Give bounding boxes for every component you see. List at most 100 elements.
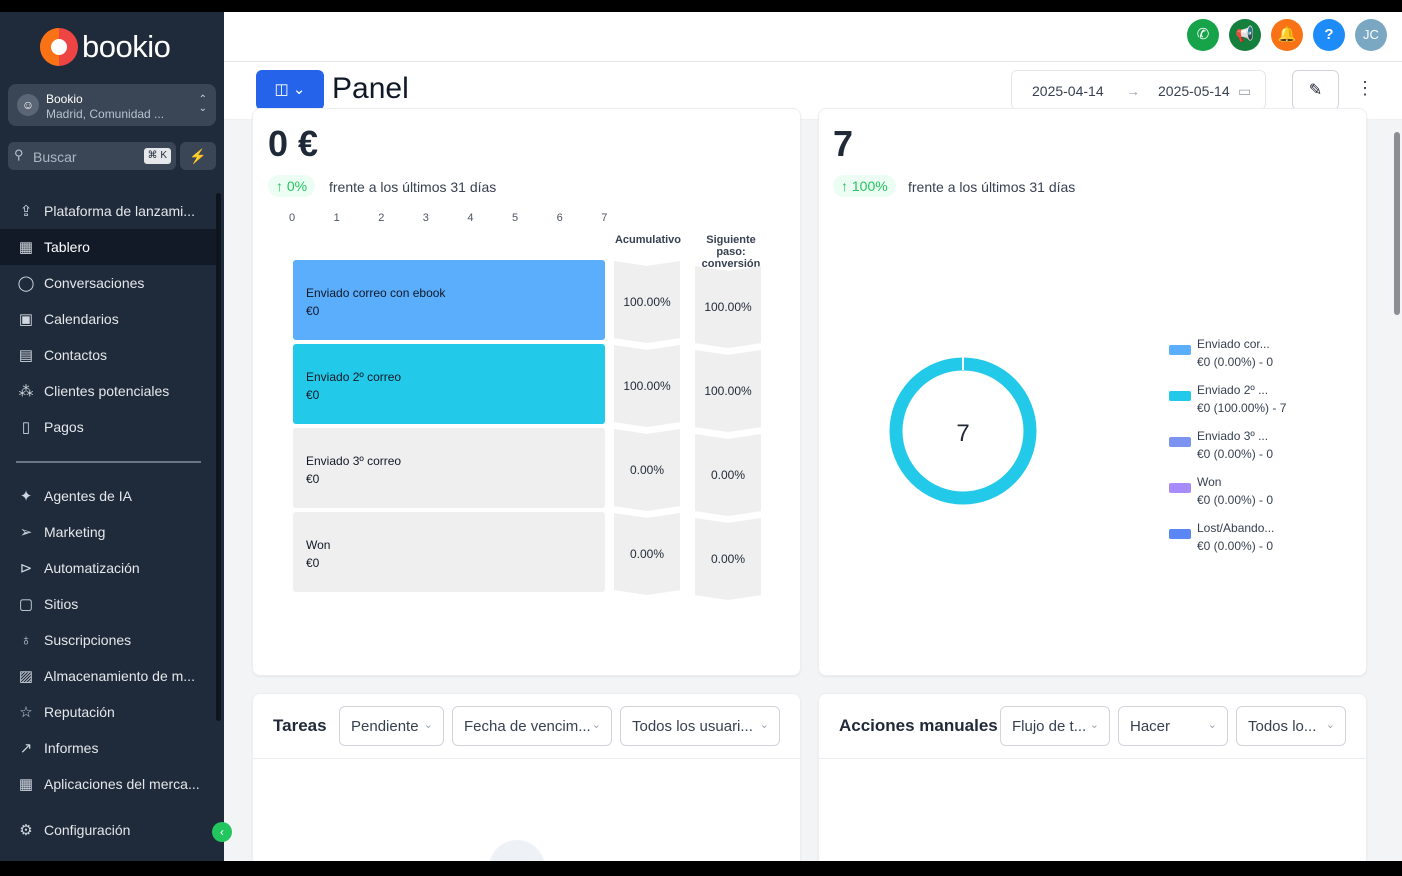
sidebar-item-sitios[interactable]: ▢ Sitios xyxy=(0,586,216,622)
sidebar-item-label: Contactos xyxy=(44,347,108,363)
cumulative-cell: 100.00% xyxy=(614,345,680,427)
bell-icon: 🔔 xyxy=(1277,26,1297,43)
sidebar-item-marketing[interactable]: ➢ Marketing xyxy=(0,514,216,550)
sidebar-item-label: Marketing xyxy=(44,524,106,540)
legend-item[interactable]: Enviado 3º ... €0 (0.00%) - 0 xyxy=(1169,427,1273,463)
more-options-icon[interactable]: ⋮ xyxy=(1356,78,1374,99)
axis-tick-label: 3 xyxy=(422,212,429,224)
sidebar-item-almacenamiento-de-m[interactable]: ▨ Almacenamiento de m... xyxy=(0,658,216,694)
help-icon: ? xyxy=(1324,26,1334,43)
edit-dashboard-button[interactable]: ✎ xyxy=(1292,70,1339,110)
calendar-icon: ▣ xyxy=(18,311,34,328)
manual-actions-filter-3[interactable]: Todos lo... ⌄ xyxy=(1236,706,1346,746)
sidebar-item-pagos[interactable]: ▯ Pagos xyxy=(0,409,216,445)
brand-logo[interactable]: bookio xyxy=(40,28,171,66)
legend-name: Enviado cor... xyxy=(1197,337,1270,351)
sidebar-item-label: Conversaciones xyxy=(44,275,145,291)
manual-actions-filter-1[interactable]: Flujo de t... ⌄ xyxy=(1000,706,1110,746)
cumulative-cell: 0.00% xyxy=(614,513,680,595)
sidebar-item-automatización[interactable]: ⊳ Automatización xyxy=(0,550,216,586)
legend-detail: €0 (0.00%) - 0 xyxy=(1197,493,1274,507)
funnel-stage-bar[interactable]: Enviado 3º correo €0 xyxy=(293,428,605,508)
tasks-title: Tareas xyxy=(273,716,327,735)
sidebar-item-agentes-de-ia[interactable]: ✦ Agentes de IA xyxy=(0,478,216,514)
sidebar-item-label: Calendarios xyxy=(44,311,119,327)
funnel-stage-bar[interactable]: Enviado 2º correo €0 xyxy=(293,344,605,424)
legend-item[interactable]: Lost/Abando... €0 (0.00%) - 0 xyxy=(1169,519,1275,555)
funnel-stage-name: Enviado 3º correo xyxy=(306,454,402,468)
sidebar-item-configuración[interactable]: ⚙ Configuración xyxy=(0,812,216,848)
sidebar-item-reputación[interactable]: ☆ Reputación xyxy=(0,694,216,730)
announcements-button[interactable]: 📢 xyxy=(1229,19,1261,51)
date-end: 2025-05-14 xyxy=(1158,83,1230,99)
chevron-left-icon: ‹ xyxy=(220,825,224,839)
filter-value: Fecha de vencim... xyxy=(464,718,591,735)
sidebar-item-label: Almacenamiento de m... xyxy=(44,668,195,684)
sidebar-item-informes[interactable]: ↗ Informes xyxy=(0,730,216,766)
notifications-button[interactable]: 🔔 xyxy=(1271,19,1303,51)
main-scrollbar[interactable] xyxy=(1394,132,1400,315)
legend-name: Lost/Abando... xyxy=(1197,521,1275,535)
help-button[interactable]: ? xyxy=(1313,19,1345,51)
search-box[interactable]: ⚲ Buscar ⌘ K xyxy=(8,142,176,170)
user-avatar[interactable]: JC xyxy=(1355,19,1387,51)
next-step-cell: 0.00% xyxy=(695,518,761,600)
axis-tick-label: 1 xyxy=(333,212,340,224)
next-step-value: 0.00% xyxy=(710,552,746,566)
account-location: Madrid, Comunidad ... xyxy=(46,107,165,121)
automation-icon: ⊳ xyxy=(19,560,33,577)
legend-detail: €0 (100.00%) - 7 xyxy=(1197,401,1287,415)
axis-tick-label: 5 xyxy=(512,212,519,224)
search-icon: ⚲ xyxy=(14,147,24,162)
legend-name: Enviado 2º ... xyxy=(1197,383,1269,397)
logo-mark-icon xyxy=(40,28,78,66)
manual-actions-filter-2[interactable]: Hacer ⌄ xyxy=(1118,706,1228,746)
chevron-down-icon: ⌄ xyxy=(1325,719,1335,731)
network-icon: ⁂ xyxy=(18,383,34,400)
axis-tick-label: 0 xyxy=(289,212,296,224)
sidebar-item-calendarios[interactable]: ▣ Calendarios xyxy=(0,301,216,337)
badge-icon: ♁ xyxy=(20,631,32,649)
filter-value: Flujo de t... xyxy=(1012,718,1087,735)
search-shortcut: ⌘ K xyxy=(143,148,171,164)
page-title: Panel xyxy=(332,72,409,105)
top-bar: ✆ 📢 🔔 ? JC xyxy=(224,12,1402,62)
quick-action-button[interactable]: ⚡ xyxy=(180,142,216,170)
account-switcher[interactable]: ☺ Bookio Madrid, Comunidad ... ⌃ ⌄ xyxy=(8,84,216,126)
sidebar-item-label: Suscripciones xyxy=(44,632,132,648)
apps-icon: ▦ xyxy=(18,776,34,793)
sidebar-item-suscripciones[interactable]: ♁ Suscripciones xyxy=(0,622,216,658)
sidebar-item-tablero[interactable]: ▦ Tablero xyxy=(0,229,216,265)
funnel-stage-bar[interactable]: Enviado correo con ebook €0 xyxy=(293,260,605,340)
tasks-filter-1[interactable]: Pendiente ⌄ xyxy=(339,706,444,746)
filter-value: Todos lo... xyxy=(1248,718,1317,735)
sidebar-item-label: Aplicaciones del merca... xyxy=(44,776,200,792)
phone-button[interactable]: ✆ xyxy=(1187,19,1219,51)
sidebar-item-clientes-potenciales[interactable]: ⁂ Clientes potenciales xyxy=(0,373,216,409)
legend-item[interactable]: Enviado cor... €0 (0.00%) - 0 xyxy=(1169,335,1273,371)
date-range-picker[interactable]: 2025-04-14 → 2025-05-14 ▭ xyxy=(1011,70,1266,110)
sidebar-item-contactos[interactable]: ▤ Contactos xyxy=(0,337,216,373)
collapse-sidebar-button[interactable]: ‹ xyxy=(212,822,232,842)
funnel-stage-bar[interactable]: Won €0 xyxy=(293,512,605,592)
dashboard-switcher-button[interactable]: ◫ ⌄ xyxy=(256,70,324,110)
sidebar-item-conversaciones[interactable]: ◯ Conversaciones xyxy=(0,265,216,301)
tasks-filter-2[interactable]: Fecha de vencim... ⌄ xyxy=(452,706,612,746)
manual-actions-title: Acciones manuales xyxy=(839,716,998,735)
sidebar-scrollbar[interactable] xyxy=(216,193,221,721)
legend-item[interactable]: Won €0 (0.00%) - 0 xyxy=(1169,473,1274,509)
cumulative-value: 0.00% xyxy=(629,547,665,561)
legend-item[interactable]: Enviado 2º ... €0 (100.00%) - 7 xyxy=(1169,381,1287,417)
sidebar: bookio ☺ Bookio Madrid, Comunidad ... ⌃ ⌄… xyxy=(0,12,232,861)
gear-icon: ⚙ xyxy=(19,822,33,839)
tasks-filter-3[interactable]: Todos los usuari... ⌄ xyxy=(620,706,780,746)
search-placeholder: Buscar xyxy=(33,149,77,165)
sidebar-item-plataforma-de-lanzami[interactable]: ⇪ Plataforma de lanzami... xyxy=(0,193,216,229)
sidebar-item-aplicaciones-del-merca[interactable]: ▦ Aplicaciones del merca... xyxy=(0,766,216,802)
account-name: Bookio xyxy=(46,92,83,106)
filter-value: Pendiente xyxy=(351,718,419,735)
cumulative-column-header: Acumulativo xyxy=(614,234,681,246)
legend-swatch xyxy=(1169,529,1191,539)
sidebar-item-label: Reputación xyxy=(44,704,115,720)
next-step-cell: 100.00% xyxy=(695,350,761,432)
